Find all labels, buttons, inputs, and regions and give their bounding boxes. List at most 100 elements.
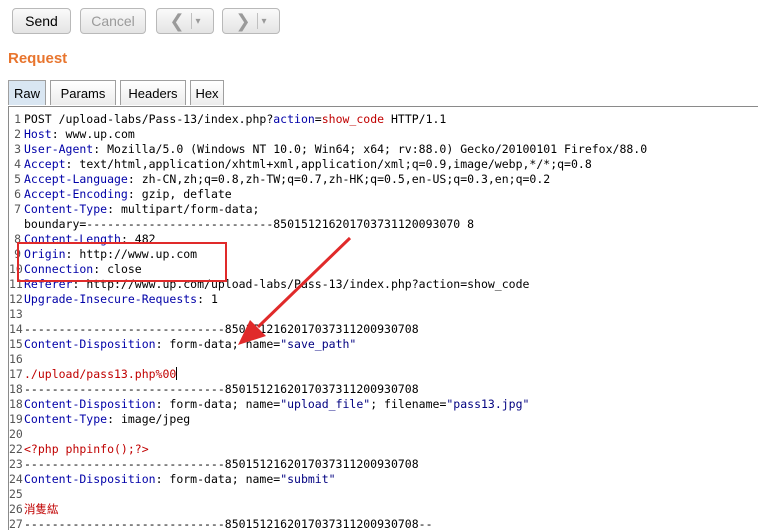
chevron-left-icon: ❮: [169, 10, 185, 32]
tab-hex[interactable]: Hex: [190, 80, 224, 105]
header-name: Upgrade-Insecure-Requests: [24, 292, 198, 306]
tab-params[interactable]: Params: [50, 80, 116, 105]
text-segment: -----------------------------85015121620…: [24, 517, 433, 530]
text-segment: -----------------------------85015121620…: [24, 322, 419, 336]
text-segment: : text/html,application/xhtml+xml,applic…: [65, 157, 592, 171]
line-text: <?php phpinfo();?>: [24, 442, 149, 457]
request-line: 18 -----------------------------850151216…: [9, 382, 758, 397]
text-segment: "save_path": [280, 337, 357, 351]
request-line: 7 Content-Type: multipart/form-data;: [9, 202, 758, 217]
text-segment: : form-data; name=: [155, 337, 281, 351]
request-line: 23 -----------------------------850151216…: [9, 457, 758, 472]
line-text: Accept: text/html,application/xhtml+xml,…: [24, 157, 592, 172]
line-number: 25: [9, 487, 23, 501]
line-text: Content-Type: multipart/form-data;: [24, 202, 259, 217]
text-segment: 消隻紘: [24, 502, 59, 516]
request-line: 14 -----------------------------850151216…: [9, 322, 758, 337]
request-line: boundary=---------------------------8501…: [9, 217, 758, 232]
line-number: 20: [9, 427, 23, 441]
send-button[interactable]: Send: [12, 8, 71, 34]
text-segment: "pass13.jpg": [446, 397, 530, 411]
line-text: Content-Type: image/jpeg: [24, 412, 190, 427]
line-text: -----------------------------85015121620…: [24, 382, 419, 397]
line-number: 1: [14, 112, 21, 126]
line-text: Content-Disposition: form-data; name="su…: [24, 472, 336, 487]
header-name: Accept-Encoding: [24, 187, 128, 201]
line-number: 14: [9, 322, 23, 336]
line-number: 16: [9, 352, 23, 366]
line-text: Host: www.up.com: [24, 127, 135, 142]
line-number: 2: [14, 127, 21, 141]
request-line: 1 POST /upload-labs/Pass-13/index.php?act…: [9, 112, 758, 127]
payload-highlight-box: [17, 242, 227, 282]
request-line: 17 ./upload/pass13.php%00: [9, 367, 758, 382]
request-line: 3 User-Agent: Mozilla/5.0 (Windows NT 10.…: [9, 142, 758, 157]
dropdown-triangle-icon[interactable]: ▾: [196, 16, 201, 27]
request-line: 19 Content-Type: image/jpeg: [9, 412, 758, 427]
line-number: 12: [9, 292, 23, 306]
text-segment: HTTP/1.1: [384, 112, 447, 126]
request-line: 20: [9, 427, 758, 442]
back-button[interactable]: ❮ ▾: [156, 8, 214, 34]
tab-raw[interactable]: Raw: [8, 80, 46, 105]
header-name: Content-Disposition: [24, 337, 156, 351]
tab-headers[interactable]: Headers: [120, 80, 186, 105]
header-name: Content-Disposition: [24, 397, 156, 411]
button-divider: [190, 13, 192, 29]
line-text: User-Agent: Mozilla/5.0 (Windows NT 10.0…: [24, 142, 647, 157]
header-name: Accept: [24, 157, 66, 171]
header-name: Accept-Language: [24, 172, 128, 186]
line-number: 19: [9, 412, 23, 426]
line-text: POST /upload-labs/Pass-13/index.php?acti…: [24, 112, 446, 127]
line-text: -----------------------------85015121620…: [24, 517, 433, 530]
line-text: Content-Disposition: form-data; name="sa…: [24, 337, 356, 352]
text-segment: : Mozilla/5.0 (Windows NT 10.0; Win64; x…: [93, 142, 648, 156]
text-segment: POST /upload-labs/Pass-13/index.php?: [24, 112, 274, 126]
text-segment: : image/jpeg: [107, 412, 191, 426]
text-segment: : 1: [197, 292, 218, 306]
header-name: Content-Type: [24, 202, 108, 216]
header-name: Host: [24, 127, 52, 141]
line-text: -----------------------------85015121620…: [24, 457, 419, 472]
text-caret: [176, 367, 178, 380]
request-line: 4 Accept: text/html,application/xhtml+xml…: [9, 157, 758, 172]
header-name: Content-Disposition: [24, 472, 156, 486]
line-number: 15: [9, 337, 23, 351]
text-segment: "upload_file": [280, 397, 371, 411]
line-number: 18: [9, 397, 23, 411]
request-line: 5 Accept-Language: zh-CN,zh;q=0.8,zh-TW;q…: [9, 172, 758, 187]
chevron-right-icon: ❯: [235, 10, 251, 32]
line-number: 5: [14, 172, 21, 186]
line-text: boundary=---------------------------8501…: [24, 217, 474, 232]
line-number: 26: [9, 502, 23, 516]
forward-button[interactable]: ❯ ▾: [222, 8, 280, 34]
request-line: 26 消隻紘: [9, 502, 758, 517]
text-segment: boundary=---------------------------8501…: [24, 217, 475, 231]
line-text: -----------------------------85015121620…: [24, 322, 419, 337]
text-segment: ./upload/pass13.php%00: [24, 367, 177, 381]
cancel-button[interactable]: Cancel: [80, 8, 146, 34]
text-segment: : form-data; name=: [155, 472, 281, 486]
text-segment: : zh-CN,zh;q=0.8,zh-TW;q=0.7,zh-HK;q=0.5…: [127, 172, 551, 186]
line-number: 24: [9, 472, 23, 486]
text-segment: : multipart/form-data;: [107, 202, 260, 216]
request-line: 25: [9, 487, 758, 502]
line-number: 4: [14, 157, 21, 171]
text-segment: : form-data; name=: [155, 397, 281, 411]
line-number: 17: [9, 367, 23, 381]
toolbar: Send Cancel ❮ ▾ ❯ ▾: [0, 0, 758, 44]
text-segment: <?php phpinfo();?>: [24, 442, 149, 456]
line-number: 3: [14, 142, 21, 156]
raw-request-editor[interactable]: 1 POST /upload-labs/Pass-13/index.php?act…: [8, 106, 758, 530]
request-line: 15 Content-Disposition: form-data; name="…: [9, 337, 758, 352]
text-segment: : www.up.com: [51, 127, 135, 141]
request-line: 2 Host: www.up.com: [9, 127, 758, 142]
line-text: ./upload/pass13.php%00: [24, 367, 178, 382]
line-number: 13: [9, 307, 23, 321]
text-segment: "submit": [280, 472, 336, 486]
line-number: 27: [9, 517, 23, 530]
line-text: Content-Disposition: form-data; name="up…: [24, 397, 529, 412]
dropdown-triangle-icon[interactable]: ▾: [262, 16, 267, 27]
request-line: 18 Content-Disposition: form-data; name="…: [9, 397, 758, 412]
request-line: 27 -----------------------------850151216…: [9, 517, 758, 530]
